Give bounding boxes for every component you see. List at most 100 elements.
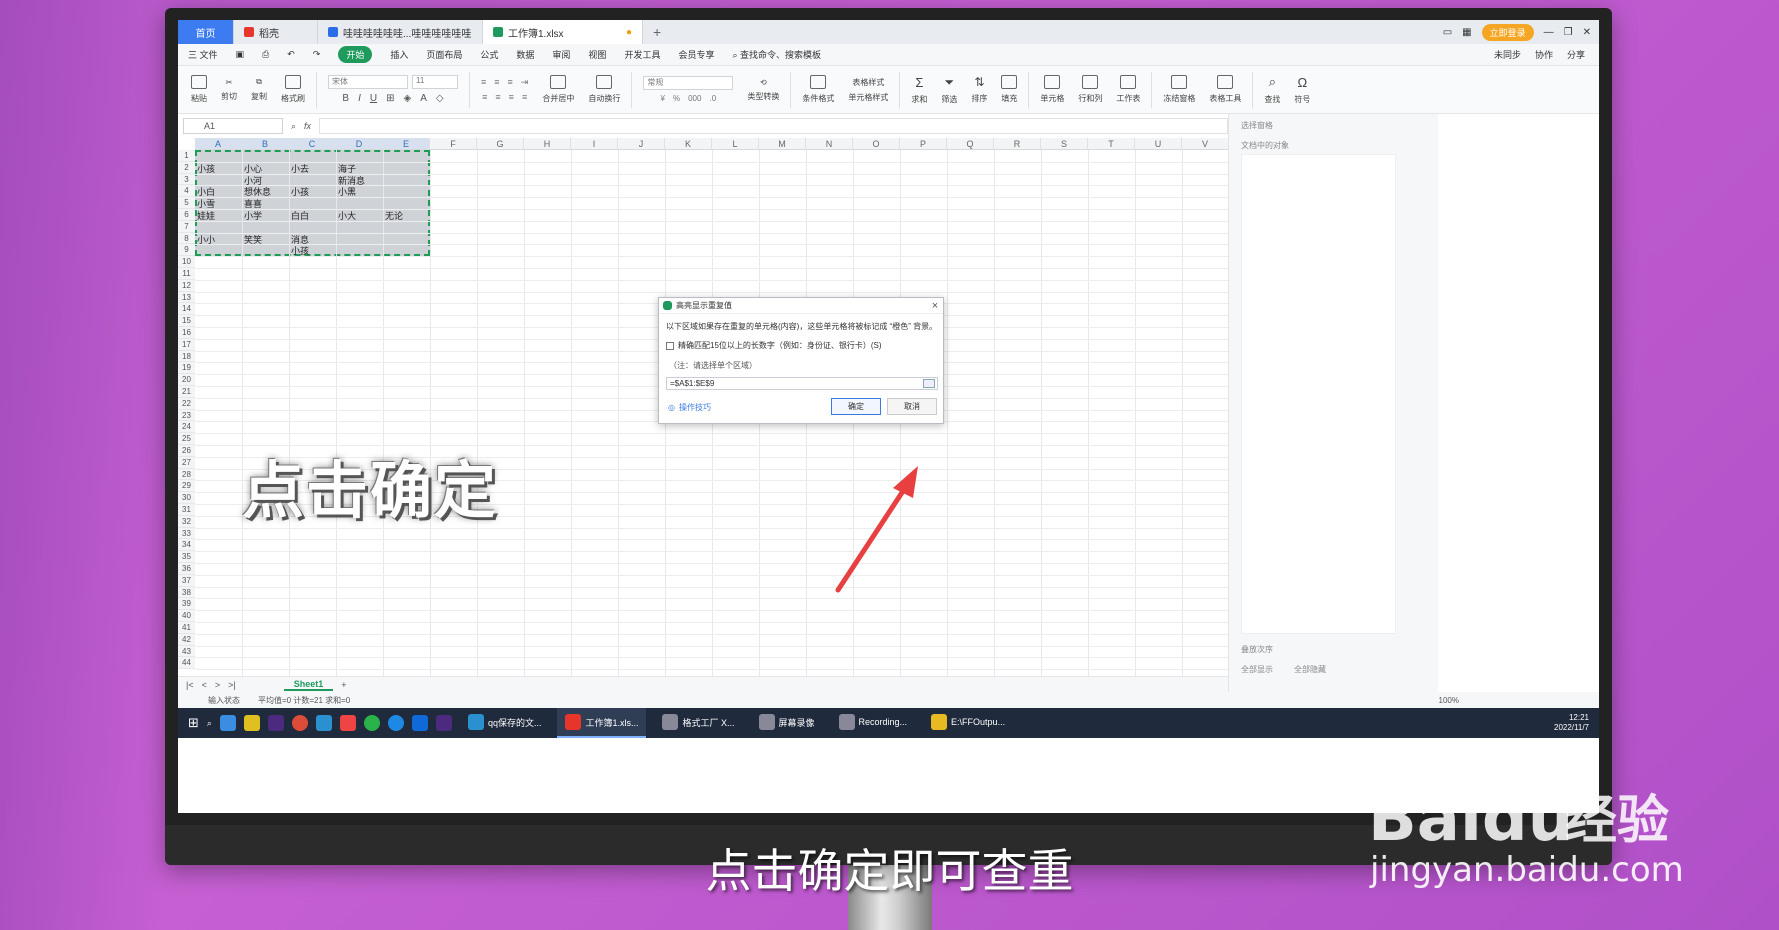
prev-sheet-icon[interactable]: < <box>202 680 207 690</box>
row-header[interactable]: 16 <box>178 327 195 339</box>
row-header[interactable]: 6 <box>178 209 195 221</box>
table-cell[interactable]: 无论 <box>385 209 403 222</box>
column-header[interactable]: N <box>806 138 853 150</box>
underline-icon[interactable]: U <box>370 93 377 104</box>
row-header[interactable]: 25 <box>178 433 195 445</box>
column-header[interactable]: C <box>289 138 336 150</box>
align-bottom-icon[interactable]: ≡ <box>508 77 513 88</box>
align-center-icon[interactable]: ≡ <box>495 92 500 102</box>
table-cell[interactable]: 白白 <box>291 209 309 222</box>
table-cell[interactable]: 小孩 <box>291 244 309 257</box>
column-header[interactable]: O <box>853 138 900 150</box>
undo-icon[interactable]: ↶ <box>287 49 295 60</box>
format-painter-button[interactable]: 格式刷 <box>274 75 312 104</box>
sync-status[interactable]: 未同步 <box>1494 48 1521 61</box>
row-header[interactable]: 19 <box>178 362 195 375</box>
row-header[interactable]: 13 <box>178 291 195 304</box>
type-convert-button[interactable]: ⟲ 类型转换 <box>740 78 786 102</box>
row-header[interactable]: 22 <box>178 397 195 410</box>
column-header[interactable]: B <box>242 138 289 150</box>
objects-list[interactable] <box>1241 154 1396 634</box>
column-header[interactable]: V <box>1182 138 1228 150</box>
decimal-icon[interactable]: .0 <box>709 94 716 103</box>
close-icon[interactable]: ✕ <box>1583 27 1591 38</box>
menu-member[interactable]: 会员专享 <box>678 48 714 61</box>
rowcol-button[interactable]: 行和列 <box>1071 75 1109 104</box>
column-header[interactable]: M <box>759 138 806 150</box>
column-header[interactable]: U <box>1135 138 1182 150</box>
row-header[interactable]: 17 <box>178 338 195 351</box>
row-header[interactable]: 24 <box>178 421 195 434</box>
row-header[interactable]: 4 <box>178 185 195 198</box>
premiere-icon-2[interactable] <box>435 715 452 731</box>
layout-icon[interactable]: ▭ <box>1443 27 1452 38</box>
table-cell[interactable]: 小大 <box>338 209 356 222</box>
column-header[interactable]: Q <box>947 138 994 150</box>
row-header[interactable]: 3 <box>178 173 195 186</box>
row-header[interactable]: 5 <box>178 197 195 209</box>
share-button[interactable]: 分享 <box>1567 48 1585 61</box>
last-sheet-icon[interactable]: >| <box>228 680 236 690</box>
row-header[interactable]: 31 <box>178 504 195 516</box>
row-header[interactable]: 38 <box>178 586 195 599</box>
row-header[interactable]: 26 <box>178 445 195 457</box>
search-icon[interactable]: ⌕ <box>207 718 212 729</box>
row-header[interactable]: 28 <box>178 468 195 481</box>
thousands-icon[interactable]: 000 <box>688 94 701 103</box>
row-header[interactable]: 15 <box>178 315 195 327</box>
row-header[interactable]: 8 <box>178 232 195 245</box>
row-header[interactable]: 12 <box>178 279 195 292</box>
column-header[interactable]: F <box>430 138 477 150</box>
taskbar-app-qq-files[interactable]: qq保存的文... <box>460 708 550 738</box>
menu-insert[interactable]: 插入 <box>390 48 408 61</box>
table-cell[interactable]: 笑笑 <box>244 233 262 246</box>
row-header[interactable]: 39 <box>178 598 195 611</box>
table-cell[interactable]: 小黑 <box>338 185 356 198</box>
justify-icon[interactable]: ≡ <box>522 92 527 102</box>
font-name-select[interactable]: 宋体 <box>328 75 408 89</box>
align-top-icon[interactable]: ≡ <box>481 77 486 88</box>
column-header[interactable]: K <box>665 138 712 150</box>
table-cell[interactable]: 娃娃 <box>197 209 215 222</box>
taskbar-app-folder[interactable]: E:\FFOutpu... <box>923 708 1013 738</box>
row-header[interactable]: 29 <box>178 480 195 493</box>
taskbar-app-recording[interactable]: Recording... <box>831 708 916 738</box>
menu-data[interactable]: 数据 <box>516 48 534 61</box>
freeze-button[interactable]: 冻结窗格 <box>1156 75 1202 104</box>
wechat-icon[interactable] <box>363 715 380 731</box>
sheet-tab-sheet1[interactable]: Sheet1 <box>283 679 334 691</box>
row-header[interactable]: 21 <box>178 386 195 398</box>
row-header[interactable]: 40 <box>178 610 195 622</box>
next-sheet-icon[interactable]: > <box>215 680 220 690</box>
formula-input[interactable] <box>319 118 1228 134</box>
chrome-icon[interactable] <box>291 715 308 731</box>
align-middle-icon[interactable]: ≡ <box>494 77 499 88</box>
tab-home[interactable]: 首页 <box>178 20 234 44</box>
tab-workbook[interactable]: 工作簿1.xlsx ● <box>483 20 643 44</box>
menu-review[interactable]: 审阅 <box>552 48 570 61</box>
row-header[interactable]: 27 <box>178 456 195 469</box>
tab-docer[interactable]: 稻壳 <box>234 20 318 44</box>
taskbar-app-format-factory[interactable]: 格式工厂 X... <box>654 708 742 738</box>
row-header[interactable]: 2 <box>178 161 195 174</box>
hide-all-button[interactable]: 全部隐藏 <box>1294 664 1326 675</box>
name-box[interactable]: A1 <box>183 118 283 134</box>
column-header[interactable]: L <box>712 138 759 150</box>
premiere-icon[interactable] <box>267 715 284 731</box>
first-sheet-icon[interactable]: |< <box>186 680 194 690</box>
row-header[interactable]: 32 <box>178 515 195 528</box>
percent-icon[interactable]: % <box>673 94 680 103</box>
menu-developer[interactable]: 开发工具 <box>624 48 660 61</box>
menu-formulas[interactable]: 公式 <box>480 48 498 61</box>
redo-icon[interactable]: ↷ <box>313 49 321 60</box>
photos-icon[interactable] <box>219 715 236 731</box>
row-header[interactable]: 37 <box>178 574 195 587</box>
table-cell[interactable]: 小去 <box>291 162 309 175</box>
fill-button[interactable]: 填充 <box>994 75 1024 104</box>
menu-view[interactable]: 视图 <box>588 48 606 61</box>
command-search[interactable]: ⌕ 查找命令、搜索模板 <box>732 48 821 61</box>
show-all-button[interactable]: 全部显示 <box>1241 664 1273 675</box>
row-header[interactable]: 41 <box>178 622 195 634</box>
zoom-formula-icon[interactable]: ⌕ <box>291 121 296 132</box>
qq-icon[interactable] <box>339 715 356 731</box>
